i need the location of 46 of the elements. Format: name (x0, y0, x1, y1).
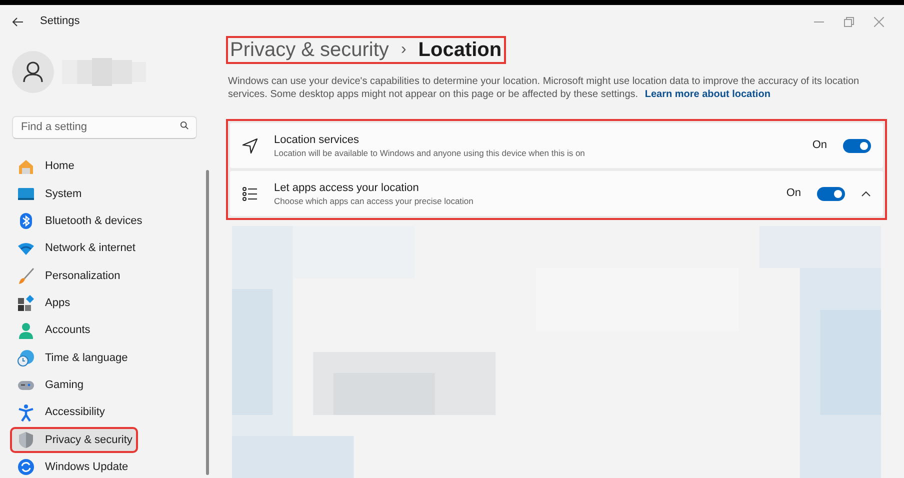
navigation-arrow-icon (242, 138, 258, 154)
list-icon (242, 186, 258, 202)
breadcrumb-parent[interactable]: Privacy & security (230, 38, 389, 62)
setting-subtitle: Location will be available to Windows and anyone using this device when this is on (274, 146, 586, 158)
search-field[interactable]: Find a setting (12, 116, 197, 138)
nav-item[interactable]: Accounts (12, 320, 206, 342)
chevron-up-icon[interactable] (861, 190, 871, 196)
page-title: Location (418, 38, 502, 62)
nav-item[interactable]: Network & internet (12, 238, 206, 260)
toggle-state-label: On (812, 138, 827, 154)
nav-item[interactable]: Gaming (12, 374, 206, 396)
toggle-switch[interactable] (817, 186, 845, 200)
toggle-state-label: On (786, 186, 801, 202)
nav-item[interactable]: System (12, 183, 206, 205)
nav-item[interactable]: Privacy & security (12, 429, 136, 451)
window-title: Settings (40, 14, 80, 30)
setting-title: Location services (274, 132, 360, 146)
nav-item[interactable]: Time & language (12, 347, 206, 369)
close-icon[interactable] (874, 16, 884, 26)
person-icon (23, 61, 43, 83)
nav-item[interactable]: Bluetooth & devices (12, 210, 206, 232)
clock-globe-icon (17, 348, 35, 367)
nav-item[interactable]: Home (12, 156, 206, 178)
setting-subtitle: Choose which apps can access your precise location (274, 194, 474, 206)
nav-item[interactable]: Accessibility (12, 402, 206, 424)
back-arrow-icon[interactable] (12, 16, 24, 26)
shield-icon (17, 430, 35, 449)
accessibility-icon (17, 404, 35, 422)
bluetooth-icon (17, 212, 35, 230)
brush-icon (17, 266, 35, 285)
description-text: Windows can use your device's capabilities to determine your location. Microsoft might use location data to improve the accuracy of its location services. Some desktop apps might not appear on this page or be affected by these settings. Learn more about location (228, 75, 860, 101)
person-icon (17, 322, 35, 340)
apps-icon (17, 294, 35, 312)
scrollbar[interactable] (206, 170, 209, 475)
search-icon (180, 121, 189, 130)
setting-row[interactable]: Location services Location will be available to Windows and anyone using this device when this is on On (230, 123, 883, 168)
setting-row[interactable]: Let apps access your location Choose which apps can access your precise location On (230, 171, 883, 216)
nav-item[interactable]: Apps (12, 292, 206, 314)
restore-icon[interactable] (844, 16, 854, 26)
nav-item[interactable]: Windows Update (12, 456, 206, 478)
setting-title: Let apps access your location (274, 180, 420, 194)
nav-item[interactable]: Personalization (12, 265, 206, 287)
house-icon (17, 158, 35, 176)
breadcrumb-separator: › (400, 40, 406, 60)
learn-more-link[interactable]: Learn more about location (644, 89, 770, 100)
toggle-switch[interactable] (843, 138, 871, 152)
